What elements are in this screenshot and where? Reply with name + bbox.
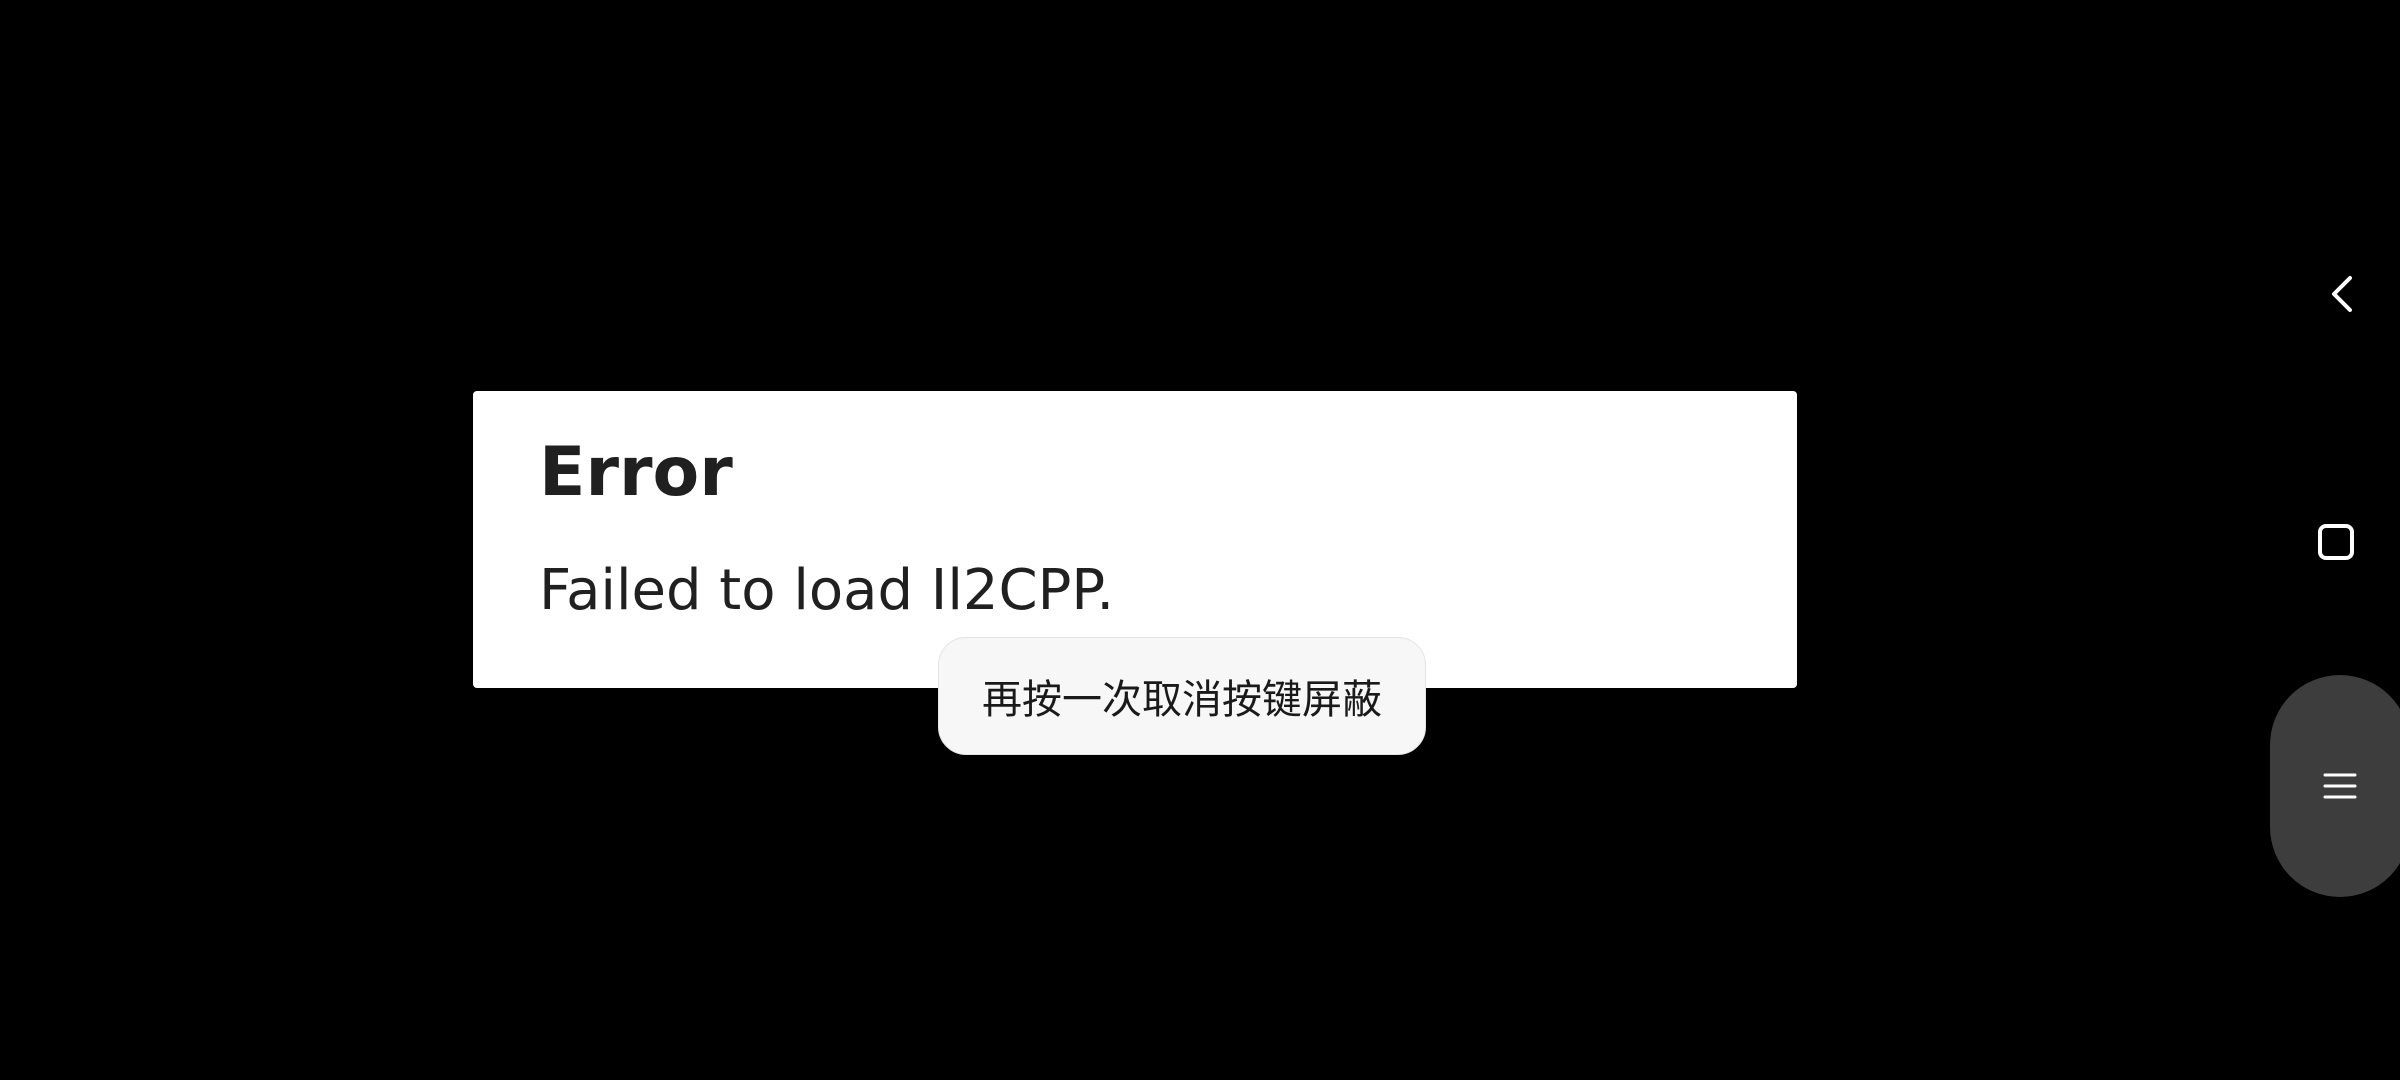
menu-button[interactable] [2270, 675, 2400, 897]
home-button[interactable] [2310, 516, 2362, 568]
dialog-title: Error [539, 433, 733, 512]
toast-text: 再按一次取消按键屏蔽 [982, 677, 1382, 723]
toast-notification: 再按一次取消按键屏蔽 [938, 637, 1426, 755]
chevron-left-icon [2332, 276, 2352, 312]
back-button[interactable] [2318, 266, 2366, 322]
dialog-message: Failed to load Il2CPP. [539, 558, 1115, 623]
app-screen: Error Failed to load Il2CPP. 再按一次取消按键屏蔽 [0, 0, 2400, 1080]
square-icon [2318, 524, 2354, 560]
hamburger-menu-icon [2323, 773, 2357, 799]
